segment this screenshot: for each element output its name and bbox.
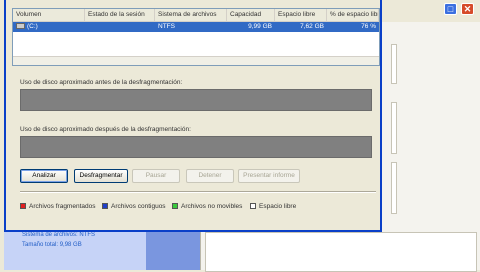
volume-name: (C:)	[27, 23, 38, 30]
close-button[interactable]: ✕	[461, 3, 474, 15]
col-volume[interactable]: Volumen	[13, 9, 85, 21]
stop-button[interactable]: Detener	[186, 169, 234, 183]
divider	[20, 191, 376, 193]
col-free[interactable]: Espacio libre	[275, 9, 327, 21]
green-swatch-icon	[172, 203, 178, 209]
col-filesystem[interactable]: Sistema de archivos	[155, 9, 227, 21]
col-capacity[interactable]: Capacidad	[227, 9, 275, 21]
col-status[interactable]: Estado de la sesión	[85, 9, 155, 21]
cell-volume: (C:)	[13, 22, 85, 32]
list-header: Volumen Estado de la sesión Sistema de a…	[13, 9, 379, 22]
legend-unmovable: Archivos no movibles	[172, 202, 242, 210]
after-usage-bar	[20, 136, 372, 158]
defrag-window: Volumen Estado de la sesión Sistema de a…	[4, 0, 382, 232]
table-row[interactable]: (C:) NTFS 9,99 GB 7,62 GB 76 %	[13, 22, 379, 32]
defrag-button[interactable]: Desfragmentar	[74, 169, 128, 183]
drive-icon	[16, 23, 25, 30]
blue-swatch-icon	[102, 203, 108, 209]
fs-detail: Sistema de archivos: NTFS	[22, 232, 96, 238]
legend-label: Archivos no movibles	[181, 202, 243, 210]
pause-button[interactable]: Pausar	[132, 169, 180, 183]
horizontal-scrollbar[interactable]	[13, 56, 379, 65]
cell-free: 7,62 GB	[300, 23, 324, 30]
legend-label: Archivos contiguos	[111, 202, 166, 210]
cell-capacity: 9,99 GB	[248, 23, 272, 30]
panel-box	[391, 44, 397, 84]
before-usage-bar	[20, 89, 372, 111]
panel-box	[391, 102, 397, 154]
analyze-button[interactable]: Analizar	[20, 169, 68, 183]
before-label: Uso de disco aproximado antes de la desf…	[20, 79, 183, 86]
col-pct[interactable]: % de espacio libre	[327, 9, 379, 21]
legend-free: Espacio libre	[250, 202, 296, 210]
panel-box	[205, 232, 477, 272]
volume-list[interactable]: Volumen Estado de la sesión Sistema de a…	[12, 8, 380, 66]
legend-label: Archivos fragmentados	[29, 202, 96, 210]
white-swatch-icon	[250, 203, 256, 209]
legend-fragmented: Archivos fragmentados	[20, 202, 95, 210]
cell-status	[85, 22, 155, 32]
report-button[interactable]: Presentar informe	[238, 169, 300, 183]
panel-box	[391, 162, 397, 214]
pane-strip	[146, 230, 200, 270]
legend-label: Espacio libre	[259, 202, 297, 210]
maximize-button[interactable]: □	[444, 3, 457, 15]
size-detail: Tamaño total: 9,98 GB	[22, 242, 82, 248]
cell-pct: 76 %	[361, 23, 376, 30]
cell-filesystem: NTFS	[158, 23, 175, 30]
legend-contiguous: Archivos contiguos	[102, 202, 166, 210]
red-swatch-icon	[20, 203, 26, 209]
after-label: Uso de disco aproximado después de la de…	[20, 126, 191, 133]
